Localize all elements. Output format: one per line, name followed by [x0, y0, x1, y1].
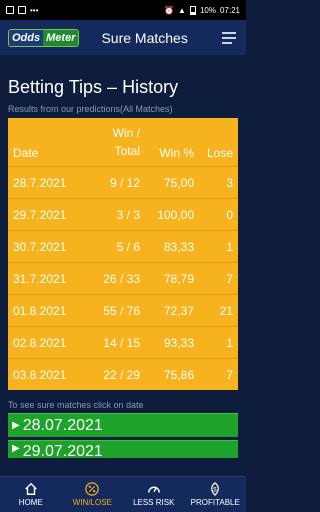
header-win-total: Win / Total — [92, 124, 140, 160]
row-lose: 3 — [226, 175, 233, 190]
table-row: 02.8.2021 14 / 15 93,33 1 — [8, 326, 238, 358]
more-dots-icon: ••• — [30, 5, 39, 15]
table-row: 28.7.2021 9 / 12 75,00 3 — [8, 166, 238, 198]
bottom-nav: HOME WIN/LOSE LESS RISK $ PROFITABLE — [0, 476, 246, 512]
row-pct: 93,33 — [163, 335, 194, 350]
row-date: 29.7.2021 — [13, 207, 67, 222]
row-total: 14 / 15 — [103, 335, 140, 350]
date-button-29-07[interactable]: ▶ 29.07.2021 — [8, 440, 238, 458]
row-pct: 75,00 — [163, 175, 194, 190]
nav-win-lose[interactable]: WIN/LOSE — [63, 482, 121, 507]
nav-profitable-label: PROFITABLE — [190, 498, 240, 507]
photo-icon — [18, 6, 26, 14]
date-button-label: 28.07.2021 — [22, 416, 103, 434]
status-left-icons: ••• — [6, 6, 38, 15]
row-total: 3 / 3 — [116, 207, 140, 222]
nav-home-label: HOME — [18, 498, 43, 507]
header-win-pct: Win % — [159, 146, 194, 160]
table-header: Date Win / Total Win % Lose — [8, 118, 238, 166]
nav-home[interactable]: HOME — [2, 482, 60, 507]
date-button-label: 29.07.2021 — [22, 443, 103, 458]
clock: 07:21 — [219, 5, 240, 15]
row-pct: 100,00 — [157, 207, 194, 222]
page-subtitle: Results from our predictions(All Matches… — [8, 104, 173, 114]
home-icon — [25, 482, 37, 495]
nav-less-risk[interactable]: LESS RISK — [125, 482, 183, 507]
svg-text:$: $ — [214, 487, 218, 494]
history-table: Date Win / Total Win % Lose 28.7.2021 9 … — [8, 118, 238, 390]
main-content: Betting Tips – History Results from our … — [0, 77, 246, 458]
page-title: Betting Tips – History — [8, 77, 179, 97]
app-bar: Odds Meter Sure Matches — [0, 20, 246, 55]
row-date: 31.7.2021 — [13, 271, 67, 286]
row-total: 9 / 12 — [109, 175, 140, 190]
app-title: Sure Matches — [101, 29, 188, 46]
logo-odds-text: Odds — [9, 29, 44, 46]
table-row: 31.7.2021 26 / 33 78,79 7 — [8, 262, 238, 294]
play-arrow-icon: ▶ — [12, 420, 20, 431]
percent-icon — [85, 482, 99, 496]
row-lose: 21 — [219, 303, 233, 318]
header-lose: Lose — [206, 146, 233, 160]
nav-profitable[interactable]: $ PROFITABLE — [186, 482, 244, 507]
table-row: 30.7.2021 5 / 6 83,33 1 — [8, 230, 238, 262]
row-date: 30.7.2021 — [13, 239, 67, 254]
row-lose: 0 — [226, 207, 233, 222]
table-row: 29.7.2021 3 / 3 100,00 0 — [8, 198, 238, 230]
row-lose: 1 — [226, 335, 233, 350]
nav-less-risk-label: LESS RISK — [133, 498, 175, 507]
header-date: Date — [13, 146, 39, 160]
status-bar: ••• ⏰ ▲ 10% 07:21 — [0, 0, 246, 20]
row-lose: 1 — [226, 239, 233, 254]
row-pct: 75,86 — [163, 367, 194, 382]
row-date: 01.8.2021 — [13, 303, 67, 318]
dollar-icon: $ — [211, 482, 220, 496]
row-date: 28.7.2021 — [13, 175, 67, 190]
row-pct: 83,33 — [163, 239, 194, 254]
row-date: 03.8.2021 — [13, 367, 67, 382]
row-pct: 72,37 — [163, 303, 194, 318]
app-logo[interactable]: Odds Meter — [8, 28, 80, 47]
row-lose: 7 — [226, 271, 233, 286]
table-row: 03.8.2021 22 / 29 75,86 7 — [8, 358, 238, 390]
row-total: 26 / 33 — [103, 271, 140, 286]
battery-level: 10% — [199, 5, 216, 15]
signal-icon: ▲ — [178, 5, 186, 15]
status-right: ⏰ ▲ 10% 07:21 — [164, 5, 240, 15]
date-instructions: To see sure matches click on date — [8, 400, 144, 410]
nav-win-lose-label: WIN/LOSE — [72, 498, 112, 507]
row-lose: 7 — [226, 367, 233, 382]
header-win-total-bottom: Total — [114, 144, 140, 158]
gallery-icon — [6, 6, 14, 14]
logo-meter-text: Meter — [43, 29, 79, 46]
speedometer-icon — [147, 486, 160, 493]
row-total: 22 / 29 — [103, 367, 140, 382]
row-pct: 78,79 — [163, 271, 194, 286]
row-date: 02.8.2021 — [13, 335, 67, 350]
play-arrow-icon: ▶ — [12, 443, 20, 454]
battery-icon — [189, 5, 196, 15]
header-win-total-top: Win / — [112, 126, 140, 140]
date-button-28-07[interactable]: ▶ 28.07.2021 — [8, 413, 238, 437]
table-row: 01.8.2021 55 / 76 72,37 21 — [8, 294, 238, 326]
alarm-icon: ⏰ — [164, 5, 175, 15]
row-total: 55 / 76 — [103, 303, 140, 318]
row-total: 5 / 6 — [116, 239, 140, 254]
menu-icon[interactable] — [222, 32, 236, 47]
